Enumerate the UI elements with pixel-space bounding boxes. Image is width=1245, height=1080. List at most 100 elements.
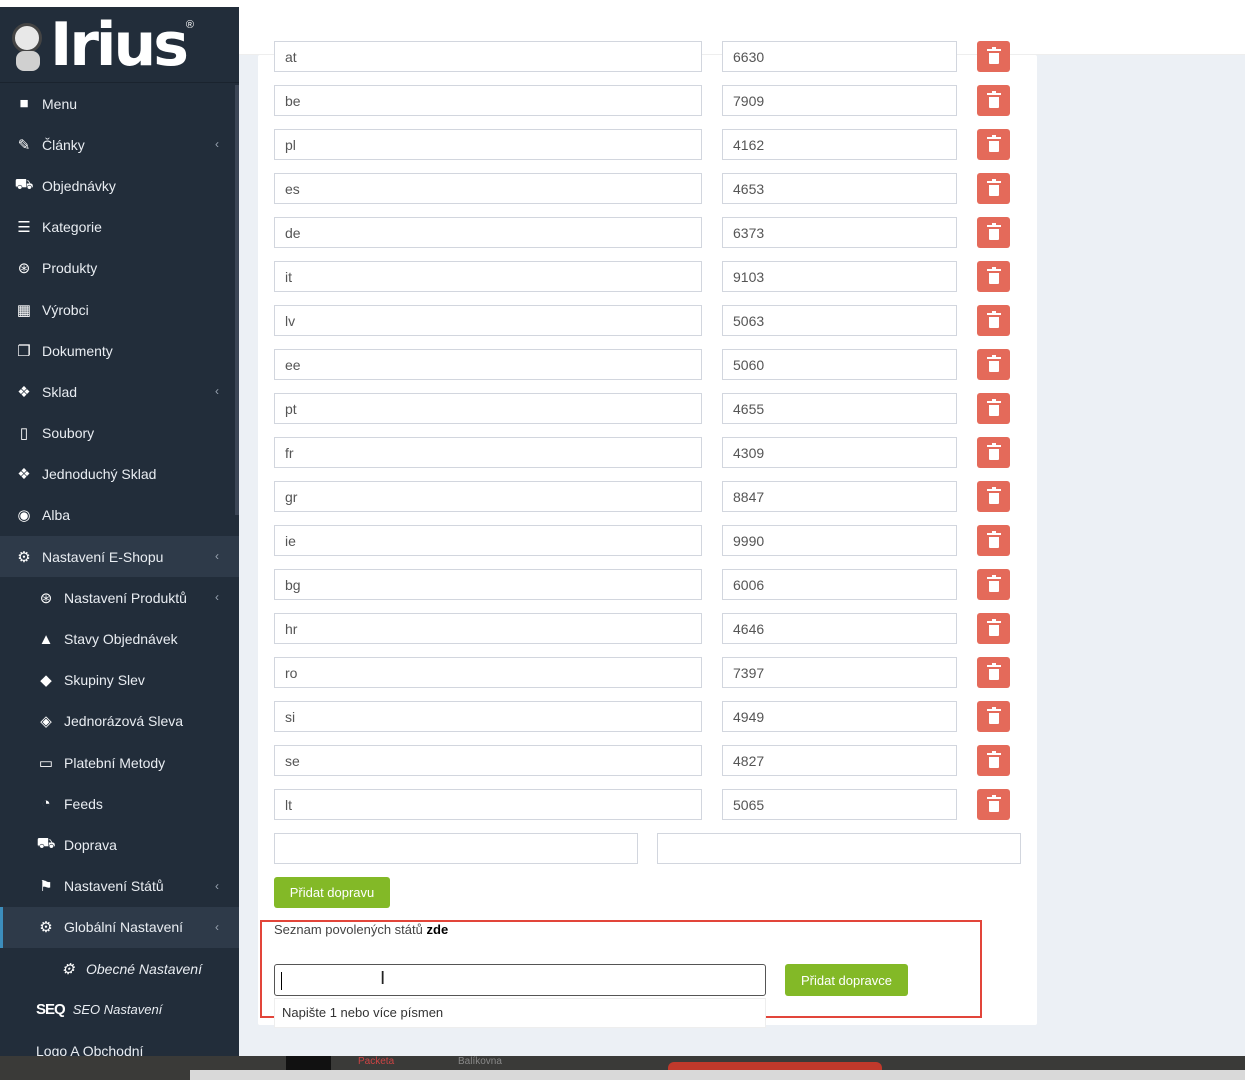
country-search-input[interactable] — [274, 964, 766, 996]
delete-row-button[interactable] — [977, 569, 1010, 600]
shipping-price-input[interactable]: 4949 — [722, 701, 957, 732]
allowed-countries-link[interactable]: zde — [427, 922, 449, 937]
trash-icon — [986, 178, 1001, 196]
sidebar-item-21[interactable]: ⚙ Obecné Nastavení — [0, 948, 239, 989]
taskbar-item-packeta[interactable]: Packeta — [358, 1056, 394, 1067]
delete-row-button[interactable] — [977, 261, 1010, 292]
country-code-input[interactable]: be — [274, 85, 702, 116]
delete-row-button[interactable] — [977, 701, 1010, 732]
country-code-input[interactable]: at — [274, 41, 702, 72]
delete-row-button[interactable] — [977, 393, 1010, 424]
shipping-price-input[interactable]: 7397 — [722, 657, 957, 688]
delete-row-button[interactable] — [977, 437, 1010, 468]
taskbar-item-balikovna[interactable]: Balíkovna — [458, 1056, 502, 1067]
shipping-price-input[interactable]: 9103 — [722, 261, 957, 292]
sidebar-item-2[interactable]: ⛟ Objednávky — [0, 165, 239, 206]
delete-row-button[interactable] — [977, 305, 1010, 336]
sidebar-item-10[interactable]: ◉ Alba — [0, 495, 239, 536]
delete-row-button[interactable] — [977, 129, 1010, 160]
add-carrier-button[interactable]: Přidat dopravce — [785, 964, 908, 996]
sidebar-item-18[interactable]: ⛟ Doprava — [0, 824, 239, 865]
delete-row-button[interactable] — [977, 349, 1010, 380]
sidebar-item-4[interactable]: ⊛ Produkty — [0, 248, 239, 289]
shipping-price-input[interactable]: 6630 — [722, 41, 957, 72]
country-code-input[interactable]: ie — [274, 525, 702, 556]
delete-row-button[interactable] — [977, 613, 1010, 644]
country-code-input[interactable]: ee — [274, 349, 702, 380]
brand-logo[interactable]: Irius ® — [0, 7, 239, 83]
country-code-input[interactable]: si — [274, 701, 702, 732]
shipping-price-input[interactable]: 4162 — [722, 129, 957, 160]
sidebar-item-1[interactable]: ✎ Články ‹ — [0, 124, 239, 165]
add-shipping-button[interactable]: Přidat dopravu — [274, 877, 390, 908]
allowed-countries-text: Seznam povolených států — [274, 922, 423, 937]
credit-card-icon: ▭ — [38, 754, 54, 772]
chevron-left-icon: ‹ — [215, 137, 219, 152]
sidebar-item-7[interactable]: ❖ Sklad ‹ — [0, 371, 239, 412]
sidebar-item-label: Stavy Objednávek — [64, 631, 178, 648]
sidebar-item-3[interactable]: ☰ Kategorie — [0, 207, 239, 248]
trash-icon — [986, 574, 1001, 592]
sidebar-item-22[interactable]: SEQ SEO Nastavení — [0, 989, 239, 1030]
sidebar-item-11[interactable]: ⚙ Nastavení E-Shopu ‹ — [0, 536, 239, 578]
country-code-input[interactable]: bg — [274, 569, 702, 600]
sidebar-item-12[interactable]: ⊛ Nastavení Produktů ‹ — [0, 577, 239, 618]
sidebar-item-13[interactable]: ▲ Stavy Objednávek — [0, 618, 239, 659]
sidebar-item-14[interactable]: ◆ Skupiny Slev — [0, 660, 239, 701]
delete-row-button[interactable] — [977, 173, 1010, 204]
sidebar-item-9[interactable]: ❖ Jednoduchý Sklad — [0, 454, 239, 495]
country-code-input[interactable]: hr — [274, 613, 702, 644]
country-code-input[interactable]: ro — [274, 657, 702, 688]
country-code-input[interactable]: pt — [274, 393, 702, 424]
new-country-code-input[interactable] — [274, 833, 638, 864]
delete-row-button[interactable] — [977, 745, 1010, 776]
delete-row-button[interactable] — [977, 657, 1010, 688]
sidebar-item-6[interactable]: ❐ Dokumenty — [0, 330, 239, 371]
trash-icon — [986, 442, 1001, 460]
country-code-input[interactable]: fr — [274, 437, 702, 468]
sidebar-item-label: Nastavení Států — [64, 878, 164, 895]
shipping-price-input[interactable]: 5065 — [722, 789, 957, 820]
country-code-input[interactable]: se — [274, 745, 702, 776]
cart-icon: ⛟ — [14, 176, 34, 194]
sidebar-item-0[interactable]: ■ Menu — [0, 83, 239, 124]
sidebar-item-23[interactable]: Logo A Obchodní — [0, 1030, 239, 1056]
country-code-input[interactable]: es — [274, 173, 702, 204]
sidebar-item-5[interactable]: ▦ Výrobci — [0, 289, 239, 330]
shipping-price-input[interactable]: 4646 — [722, 613, 957, 644]
shipping-price-input[interactable]: 6006 — [722, 569, 957, 600]
taskbar-red-tab[interactable] — [668, 1062, 882, 1070]
country-code-input[interactable]: pl — [274, 129, 702, 160]
delete-row-button[interactable] — [977, 481, 1010, 512]
shipping-price-input[interactable]: 4309 — [722, 437, 957, 468]
sidebar-item-15[interactable]: ◈ Jednorázová Sleva — [0, 701, 239, 742]
delete-row-button[interactable] — [977, 85, 1010, 116]
new-price-input[interactable] — [657, 833, 1021, 864]
sidebar-item-19[interactable]: ⚑ Nastavení Států ‹ — [0, 866, 239, 907]
shipping-price-input[interactable]: 8847 — [722, 481, 957, 512]
sidebar-item-label: Doprava — [64, 836, 117, 853]
taskbar-thumbnail[interactable] — [286, 1056, 331, 1070]
aperture-icon: ⊛ — [39, 589, 53, 607]
shipping-price-input[interactable]: 4653 — [722, 173, 957, 204]
shipping-price-input[interactable]: 5060 — [722, 349, 957, 380]
shipping-price-input[interactable]: 6373 — [722, 217, 957, 248]
sidebar-item-17[interactable]: ◔ Feeds — [0, 783, 239, 824]
shipping-price-input[interactable]: 5063 — [722, 305, 957, 336]
delete-row-button[interactable] — [977, 789, 1010, 820]
shipping-price-input[interactable]: 7909 — [722, 85, 957, 116]
sidebar-item-16[interactable]: ▭ Platební Metody — [0, 742, 239, 783]
country-code-input[interactable]: lt — [274, 789, 702, 820]
delete-row-button[interactable] — [977, 41, 1010, 72]
shipping-price-input[interactable]: 4827 — [722, 745, 957, 776]
country-code-input[interactable]: de — [274, 217, 702, 248]
shipping-price-input[interactable]: 4655 — [722, 393, 957, 424]
shipping-price-input[interactable]: 9990 — [722, 525, 957, 556]
delete-row-button[interactable] — [977, 525, 1010, 556]
delete-row-button[interactable] — [977, 217, 1010, 248]
sidebar-item-8[interactable]: ▯ Soubory — [0, 413, 239, 454]
country-code-input[interactable]: it — [274, 261, 702, 292]
country-code-input[interactable]: lv — [274, 305, 702, 336]
country-code-input[interactable]: gr — [274, 481, 702, 512]
sidebar-item-20[interactable]: ⚙ Globální Nastavení ‹ — [0, 906, 239, 948]
